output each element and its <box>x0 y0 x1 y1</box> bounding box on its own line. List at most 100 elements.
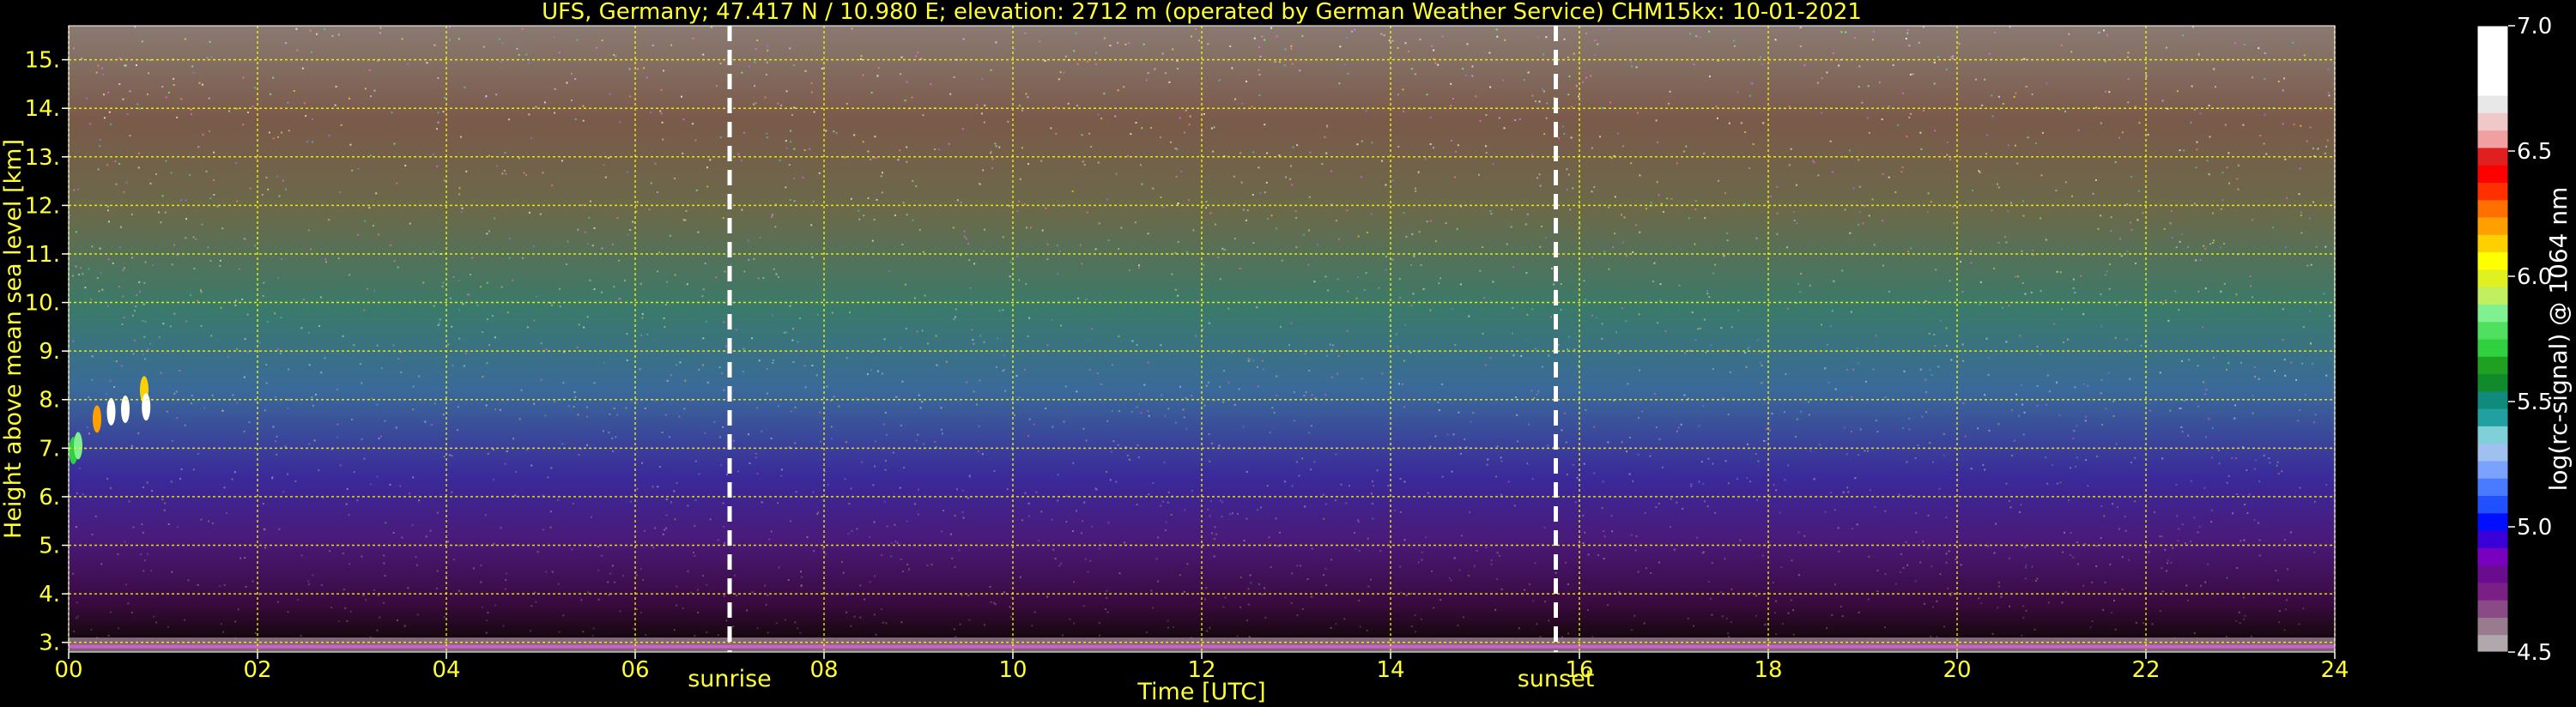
noise-speck <box>1632 251 1634 253</box>
noise-speck <box>2162 303 2164 305</box>
noise-speck <box>1343 63 1346 65</box>
noise-speck <box>551 184 554 187</box>
noise-speck <box>2104 581 2106 583</box>
noise-speck <box>1112 440 1115 443</box>
noise-speck <box>1927 514 1930 517</box>
noise-speck <box>135 305 137 308</box>
noise-speck <box>1205 201 1208 203</box>
noise-speck <box>223 486 226 489</box>
noise-speck <box>2295 379 2297 381</box>
noise-speck <box>2047 601 2050 604</box>
noise-speck <box>346 619 349 622</box>
noise-speck <box>1405 594 1408 596</box>
noise-speck <box>952 227 955 229</box>
noise-speck <box>2140 344 2143 347</box>
noise-speck <box>577 228 579 231</box>
noise-speck <box>1831 310 1834 312</box>
noise-speck <box>1135 122 1137 124</box>
noise-speck <box>2008 499 2010 502</box>
noise-speck <box>436 587 439 589</box>
noise-speck <box>2169 409 2172 412</box>
noise-speck <box>1998 585 2000 588</box>
noise-speck <box>1542 88 1543 91</box>
noise-speck <box>1176 148 1179 150</box>
noise-speck <box>425 535 427 538</box>
noise-speck <box>276 348 279 351</box>
noise-speck <box>1073 50 1076 52</box>
noise-speck <box>542 172 544 174</box>
noise-speck <box>110 123 112 125</box>
noise-speck <box>1350 30 1353 33</box>
noise-speck <box>1041 229 1044 232</box>
noise-speck <box>2100 293 2102 295</box>
noise-speck <box>1273 412 1276 414</box>
noise-speck <box>195 238 197 240</box>
colorbar-segment <box>2477 26 2508 44</box>
noise-speck <box>2300 232 2303 234</box>
noise-speck <box>1693 63 1695 65</box>
noise-speck <box>673 490 676 492</box>
noise-speck <box>1004 390 1007 392</box>
noise-speck <box>723 321 725 323</box>
noise-speck <box>785 90 788 93</box>
noise-speck <box>872 484 875 486</box>
noise-speck <box>1563 38 1566 40</box>
noise-speck <box>2165 570 2167 572</box>
noise-speck <box>261 194 264 196</box>
noise-speck <box>2161 457 2164 460</box>
noise-speck <box>486 233 488 235</box>
noise-speck <box>369 483 372 486</box>
noise-speck <box>1824 367 1827 370</box>
noise-speck <box>1222 401 1225 403</box>
noise-speck <box>810 91 813 94</box>
noise-speck <box>1240 576 1242 578</box>
noise-speck <box>1621 441 1623 444</box>
noise-speck <box>694 460 697 462</box>
noise-speck <box>789 305 791 307</box>
y-tick-label: 4. <box>39 582 60 607</box>
noise-speck <box>1024 369 1026 371</box>
noise-speck <box>270 93 271 95</box>
noise-speck <box>262 503 264 505</box>
noise-speck <box>803 149 806 151</box>
noise-speck <box>458 187 461 190</box>
noise-speck <box>142 531 144 534</box>
noise-speck <box>717 634 719 637</box>
noise-speck <box>219 265 221 267</box>
noise-speck <box>2258 378 2260 380</box>
noise-speck <box>1009 275 1011 278</box>
noise-speck <box>236 402 239 404</box>
noise-speck <box>682 219 685 221</box>
noise-speck <box>319 296 322 299</box>
noise-speck <box>618 298 621 300</box>
noise-speck <box>720 464 722 467</box>
noise-speck <box>280 317 282 318</box>
noise-speck <box>550 467 553 469</box>
noise-speck <box>449 454 452 456</box>
noise-speck <box>1862 222 1864 225</box>
noise-speck <box>601 247 603 250</box>
noise-speck <box>1459 283 1462 286</box>
noise-speck <box>1021 519 1023 522</box>
noise-speck <box>190 113 192 116</box>
noise-speck <box>2177 540 2179 542</box>
noise-speck <box>554 88 556 90</box>
noise-speck <box>180 98 183 100</box>
noise-speck <box>2095 106 2098 109</box>
noise-speck <box>2258 554 2261 557</box>
noise-speck <box>995 145 997 148</box>
noise-speck <box>1189 115 1191 118</box>
noise-speck <box>1065 495 1068 498</box>
noise-speck <box>1875 420 1877 421</box>
noise-speck <box>742 347 745 350</box>
noise-speck <box>1837 527 1840 529</box>
noise-speck <box>1702 405 1705 408</box>
noise-speck <box>392 532 395 534</box>
noise-speck <box>2317 148 2319 150</box>
noise-speck <box>601 291 603 293</box>
noise-speck <box>571 73 573 75</box>
noise-speck <box>1646 208 1647 210</box>
noise-speck <box>1205 384 1208 387</box>
noise-speck <box>1705 351 1707 354</box>
noise-speck <box>1301 457 1304 460</box>
